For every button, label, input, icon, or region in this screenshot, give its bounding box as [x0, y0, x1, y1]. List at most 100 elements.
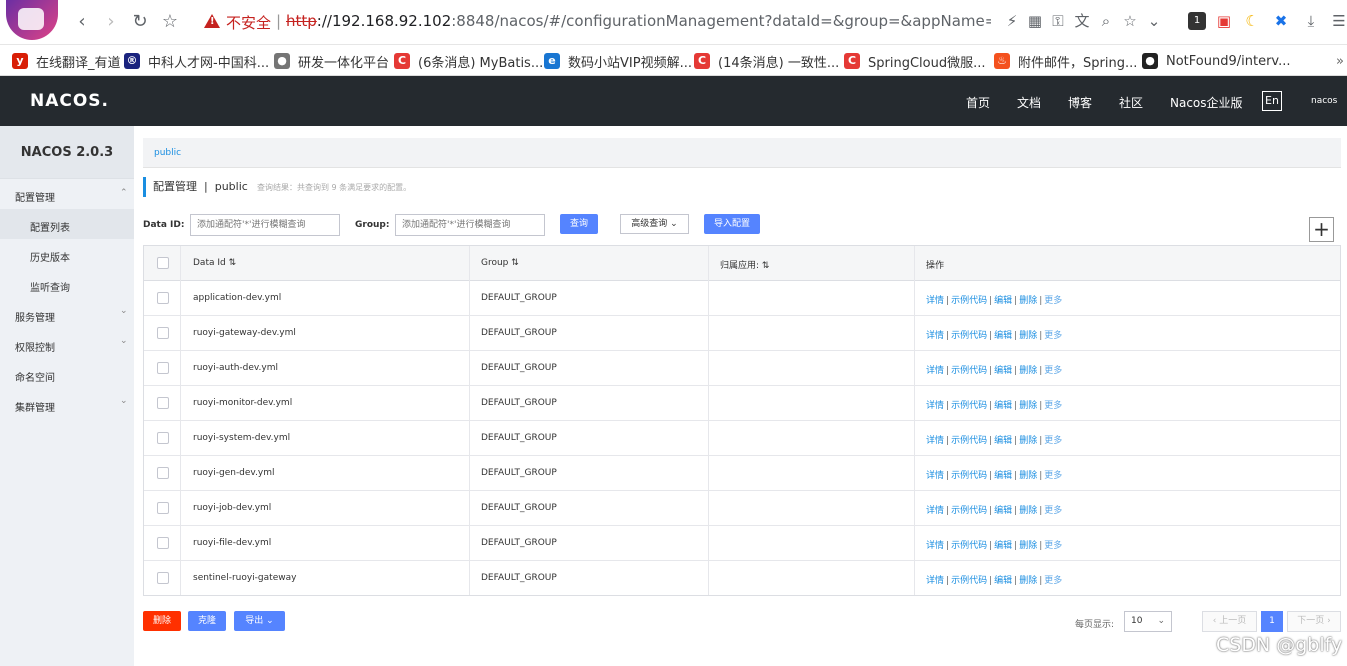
action-delete[interactable]: 删除 — [1019, 506, 1037, 516]
bookmark-item[interactable]: ● 研发一体化平台 — [274, 52, 389, 71]
action-more[interactable]: 更多 — [1044, 506, 1062, 516]
action-delete[interactable]: 删除 — [1019, 436, 1037, 446]
prev-page-button[interactable]: ‹ 上一页 — [1202, 611, 1257, 632]
lightning-icon[interactable]: ⚡ — [1003, 12, 1021, 30]
sidebar-item-auth-ctrl[interactable]: 权限控制 — [15, 339, 55, 354]
language-toggle[interactable]: En — [1262, 91, 1282, 111]
action-more[interactable]: 更多 — [1044, 436, 1062, 446]
download-icon[interactable]: ⤓ — [1302, 12, 1320, 30]
action-sample-code[interactable]: 示例代码 — [951, 366, 987, 376]
sort-icon[interactable]: ⇅ — [511, 258, 519, 268]
bookmark-star-icon[interactable]: ☆ — [160, 12, 180, 32]
row-checkbox[interactable] — [157, 537, 169, 549]
moon-icon[interactable]: ☾ — [1243, 12, 1261, 30]
action-sample-code[interactable]: 示例代码 — [951, 436, 987, 446]
action-more[interactable]: 更多 — [1044, 471, 1062, 481]
action-edit[interactable]: 编辑 — [994, 506, 1012, 516]
back-icon[interactable]: ‹ — [72, 12, 92, 32]
action-delete[interactable]: 删除 — [1019, 471, 1037, 481]
column-header-app[interactable]: 归属应用: ⇅ — [720, 258, 769, 271]
action-edit[interactable]: 编辑 — [994, 541, 1012, 551]
action-delete[interactable]: 删除 — [1019, 331, 1037, 341]
bookmark-item[interactable]: ♨ 附件邮件，Spring... — [994, 52, 1137, 71]
sidebar-item-config-list[interactable]: 配置列表 — [30, 219, 70, 234]
action-more[interactable]: 更多 — [1044, 331, 1062, 341]
add-config-button[interactable]: + — [1309, 217, 1334, 242]
chevron-down-icon[interactable]: ⌄ — [120, 336, 128, 346]
action-delete[interactable]: 删除 — [1019, 401, 1037, 411]
sort-icon[interactable]: ⇅ — [762, 261, 770, 271]
action-edit[interactable]: 编辑 — [994, 331, 1012, 341]
action-detail[interactable]: 详情 — [926, 366, 944, 376]
forward-icon[interactable]: › — [101, 12, 121, 32]
clone-button[interactable]: 克隆 — [188, 611, 226, 631]
row-checkbox[interactable] — [157, 432, 169, 444]
row-checkbox[interactable] — [157, 502, 169, 514]
apps-grid-icon[interactable]: ▣ — [1215, 12, 1233, 30]
action-edit[interactable]: 编辑 — [994, 436, 1012, 446]
bookmark-item[interactable]: C (14条消息) 一致性... — [694, 52, 839, 71]
action-edit[interactable]: 编辑 — [994, 576, 1012, 586]
action-edit[interactable]: 编辑 — [994, 296, 1012, 306]
favorites-icon[interactable]: ☆ — [1121, 12, 1139, 30]
sidebar-item-cluster-mgmt[interactable]: 集群管理 — [15, 399, 55, 414]
reload-icon[interactable]: ↻ — [130, 12, 150, 32]
action-sample-code[interactable]: 示例代码 — [951, 471, 987, 481]
key-icon[interactable]: ⚿ — [1049, 12, 1067, 30]
action-delete[interactable]: 删除 — [1019, 541, 1037, 551]
nav-enterprise[interactable]: Nacos企业版 — [1170, 94, 1243, 111]
sidebar-item-history[interactable]: 历史版本 — [30, 249, 70, 264]
row-checkbox[interactable] — [157, 327, 169, 339]
action-detail[interactable]: 详情 — [926, 331, 944, 341]
action-delete[interactable]: 删除 — [1019, 366, 1037, 376]
nacos-logo[interactable]: NACOS. — [30, 91, 109, 111]
user-name[interactable]: nacos — [1311, 96, 1337, 106]
row-checkbox[interactable] — [157, 397, 169, 409]
action-sample-code[interactable]: 示例代码 — [951, 576, 987, 586]
action-sample-code[interactable]: 示例代码 — [951, 541, 987, 551]
per-page-select[interactable]: 10 ⌄ — [1124, 611, 1172, 632]
row-checkbox[interactable] — [157, 467, 169, 479]
action-detail[interactable]: 详情 — [926, 541, 944, 551]
action-edit[interactable]: 编辑 — [994, 366, 1012, 376]
action-more[interactable]: 更多 — [1044, 576, 1062, 586]
bookmarks-overflow-icon[interactable]: » — [1336, 52, 1344, 70]
action-delete[interactable]: 删除 — [1019, 296, 1037, 306]
row-checkbox[interactable] — [157, 572, 169, 584]
menu-icon[interactable]: ☰ — [1330, 12, 1347, 30]
tools-icon[interactable]: ✖ — [1272, 12, 1290, 30]
action-edit[interactable]: 编辑 — [994, 401, 1012, 411]
bookmark-item[interactable]: ® 中科人才网-中国科... — [124, 52, 269, 71]
bookmark-item[interactable]: e 数码小站VIP视频解... — [544, 52, 692, 71]
action-more[interactable]: 更多 — [1044, 401, 1062, 411]
action-more[interactable]: 更多 — [1044, 541, 1062, 551]
translate-icon[interactable]: 文 — [1073, 12, 1091, 30]
batch-delete-button[interactable]: 删除 — [143, 611, 181, 631]
insecure-label[interactable]: 不安全 — [226, 12, 271, 33]
bookmark-item[interactable]: C (6条消息) MyBatis... — [394, 52, 543, 71]
action-detail[interactable]: 详情 — [926, 471, 944, 481]
bookmark-item[interactable]: ● NotFound9/interv... — [1142, 52, 1291, 70]
row-checkbox[interactable] — [157, 292, 169, 304]
action-sample-code[interactable]: 示例代码 — [951, 401, 987, 411]
dataid-input[interactable] — [190, 214, 340, 236]
current-page-button[interactable]: 1 — [1261, 611, 1283, 632]
chevron-down-icon[interactable]: ⌄ — [1145, 12, 1163, 30]
next-page-button[interactable]: 下一页 › — [1287, 611, 1341, 632]
advanced-query-button[interactable]: 高级查询 ⌄ — [620, 214, 689, 234]
nav-blog[interactable]: 博客 — [1068, 94, 1092, 111]
action-sample-code[interactable]: 示例代码 — [951, 506, 987, 516]
chevron-down-icon[interactable]: ⌄ — [120, 306, 128, 316]
action-detail[interactable]: 详情 — [926, 436, 944, 446]
bookmark-item[interactable]: C SpringCloud微服... — [844, 52, 985, 71]
extension-badge-icon[interactable]: 1 — [1188, 12, 1206, 30]
zoom-icon[interactable]: ⌕ — [1097, 12, 1115, 30]
sidebar-item-config-mgmt[interactable]: 配置管理 — [15, 189, 55, 204]
action-sample-code[interactable]: 示例代码 — [951, 331, 987, 341]
sidebar-item-namespace[interactable]: 命名空间 — [15, 369, 55, 384]
bookmark-item[interactable]: y 在线翻译_有道 — [12, 52, 121, 71]
action-detail[interactable]: 详情 — [926, 296, 944, 306]
chevron-up-icon[interactable]: ⌃ — [120, 188, 128, 198]
export-button[interactable]: 导出 ⌄ — [234, 611, 285, 631]
query-button[interactable]: 查询 — [560, 214, 598, 234]
